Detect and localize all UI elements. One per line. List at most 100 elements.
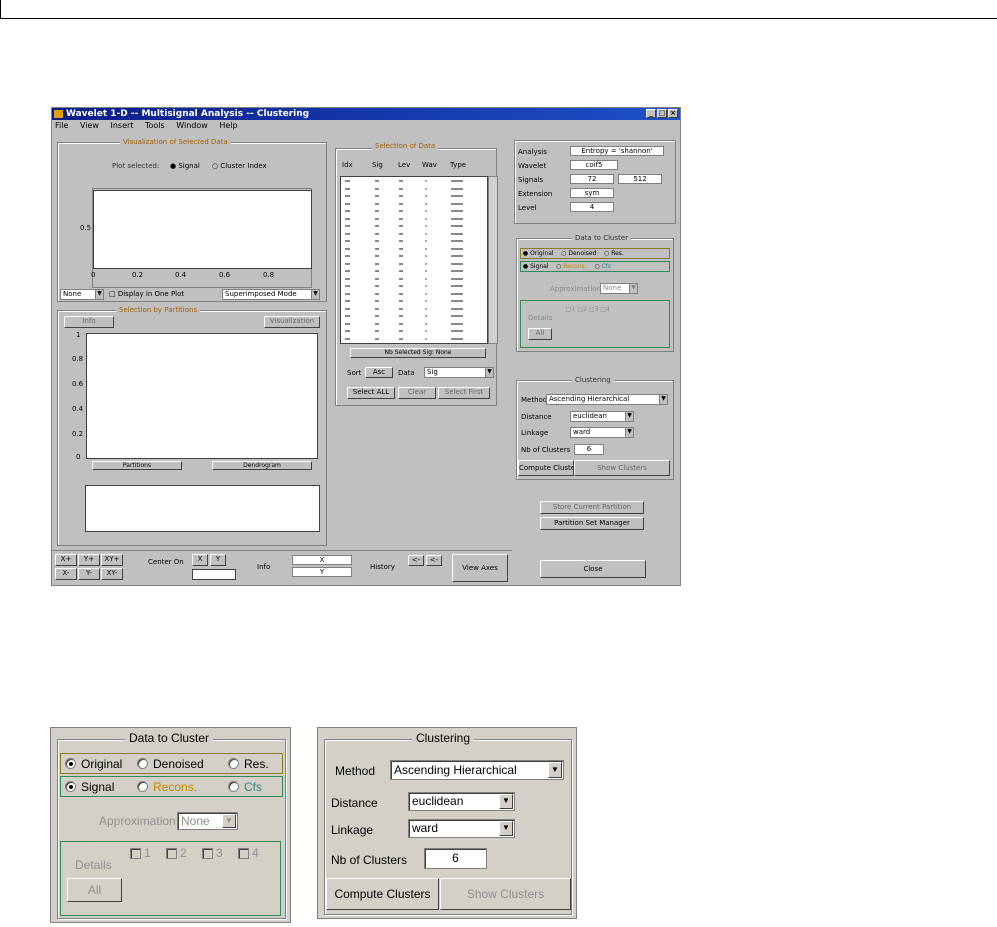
plot-mode-dropdown[interactable]: Superimposed Mode ▼ — [222, 289, 320, 300]
method-dropdown[interactable]: Ascending Hierarchical ▼ — [390, 760, 564, 780]
mini-row2[interactable]: ● Signal ○ Recons. ○ Cfs — [520, 261, 670, 272]
table-row[interactable] — [341, 244, 487, 252]
select-all-button[interactable]: Select ALL — [347, 387, 395, 399]
radio-cfs[interactable] — [228, 781, 239, 792]
zoom-x-out[interactable]: X- — [55, 568, 77, 580]
table-row[interactable] — [341, 177, 487, 184]
display-one-plot-checkbox[interactable]: □ Display in One Plot — [109, 290, 184, 298]
option-cluster-index[interactable]: ○ Cluster Index — [212, 162, 267, 170]
menu-window[interactable]: Window — [176, 121, 208, 130]
detail-checkbox-2[interactable] — [166, 848, 177, 859]
info-button[interactable]: Info — [64, 316, 114, 328]
history-back[interactable]: <- — [408, 555, 424, 566]
table-row[interactable] — [341, 334, 487, 342]
info-value: Entropy = 'shannon' — [570, 146, 664, 156]
table-row[interactable] — [341, 229, 487, 237]
table-row[interactable] — [341, 319, 487, 327]
detail-label-4: 4 — [252, 846, 259, 860]
center-field[interactable] — [192, 569, 236, 580]
zoom-xy-out[interactable]: XY- — [101, 568, 123, 580]
approximation-label: Approximation — [99, 814, 176, 828]
zoom-xy-in[interactable]: XY+ — [101, 554, 123, 566]
mini-distance-dropdown[interactable]: euclidean ▼ — [570, 411, 634, 422]
col-sig: Sig — [372, 161, 383, 169]
signals-list[interactable] — [340, 176, 488, 344]
mini-compute-button[interactable]: Compute Clusters — [518, 460, 574, 476]
data-type-dropdown[interactable]: Sig ▼ — [424, 367, 494, 378]
mini-show-button[interactable]: Show Clusters — [574, 460, 670, 476]
show-clusters-button[interactable]: Show Clusters — [440, 878, 571, 910]
radio-denoised[interactable] — [137, 758, 148, 769]
table-row[interactable] — [341, 184, 487, 192]
radio-original[interactable] — [65, 758, 76, 769]
dendrogram-axes[interactable] — [86, 333, 318, 459]
menu-help[interactable]: Help — [219, 121, 237, 130]
info-y-field: Y — [292, 567, 352, 577]
signal-plot-axes[interactable] — [93, 190, 312, 269]
clustering-mini-title: Clustering — [572, 376, 614, 384]
table-row[interactable] — [341, 214, 487, 222]
approximation-dropdown[interactable]: None ▼ — [177, 812, 238, 830]
minimize-button[interactable]: _ — [646, 109, 656, 118]
zoom-x-in[interactable]: X+ — [55, 554, 77, 566]
mini-method-dropdown[interactable]: Ascending Hierarchical ▼ — [546, 394, 668, 405]
close-window-button[interactable]: × — [668, 109, 678, 118]
table-row[interactable] — [341, 192, 487, 199]
partitions-slider[interactable]: Partitions — [92, 461, 182, 470]
radio-signal[interactable] — [65, 781, 76, 792]
zoom-y-in[interactable]: Y+ — [78, 554, 100, 566]
table-row[interactable] — [341, 207, 487, 214]
table-row[interactable] — [341, 252, 487, 259]
select-first-button[interactable]: Select First — [438, 387, 490, 399]
store-partition-button[interactable]: Store Current Partition — [540, 501, 644, 514]
asc-button[interactable]: Asc — [365, 367, 393, 378]
mode-dropdown[interactable]: None ▼ — [60, 289, 104, 300]
dendrogram-slider[interactable]: Dendrogram — [212, 461, 312, 470]
table-row[interactable] — [341, 267, 487, 274]
menu-file[interactable]: File — [55, 121, 68, 130]
maximize-button[interactable]: □ — [657, 109, 667, 118]
mini-approx-dropdown[interactable]: None ▼ — [600, 283, 638, 294]
table-row[interactable] — [341, 259, 487, 267]
nb-clusters-field[interactable]: 6 — [424, 848, 487, 869]
table-row[interactable] — [341, 199, 487, 207]
table-row[interactable] — [341, 237, 487, 244]
mini-nb-field[interactable]: 6 — [574, 444, 604, 455]
menu-insert[interactable]: Insert — [110, 121, 133, 130]
label-recons: Recons. — [153, 780, 198, 794]
visualization-button[interactable]: Visualization — [264, 316, 320, 328]
radio-recons[interactable] — [137, 781, 148, 792]
table-row[interactable] — [341, 297, 487, 304]
center-x-button[interactable]: X — [192, 554, 208, 566]
detail-checkbox-1[interactable] — [130, 848, 141, 859]
distance-dropdown[interactable]: euclidean ▼ — [408, 792, 515, 811]
linkage-dropdown[interactable]: ward ▼ — [408, 819, 515, 838]
table-row[interactable] — [341, 327, 487, 334]
radio-res[interactable] — [228, 758, 239, 769]
mini-row1[interactable]: ● Original ○ Denoised ○ Res. — [520, 248, 670, 259]
view-axes-button[interactable]: View Axes — [452, 554, 508, 582]
detail-checkbox-4[interactable] — [238, 848, 249, 859]
table-row[interactable] — [341, 312, 487, 319]
history-back-all[interactable]: <- — [426, 555, 442, 566]
detail-checkbox-3[interactable] — [202, 848, 213, 859]
table-row[interactable] — [341, 274, 487, 282]
clear-button[interactable]: Clear — [398, 387, 436, 399]
menu-tools[interactable]: Tools — [145, 121, 165, 130]
menu-view[interactable]: View — [80, 121, 99, 130]
mini-all-button[interactable]: All — [528, 328, 552, 340]
compute-clusters-button[interactable]: Compute Clusters — [326, 878, 439, 910]
all-details-button[interactable]: All — [67, 878, 122, 902]
table-row[interactable] — [341, 304, 487, 312]
table-row[interactable] — [341, 282, 487, 289]
list-scrollbar[interactable] — [488, 176, 498, 344]
close-button[interactable]: Close — [540, 560, 646, 578]
option-signal[interactable]: ● Signal — [170, 162, 200, 170]
mini-linkage-dropdown[interactable]: ward ▼ — [570, 427, 634, 438]
table-row[interactable] — [341, 222, 487, 229]
center-y-button[interactable]: Y — [210, 554, 226, 566]
partition-manager-button[interactable]: Partition Set Manager — [540, 517, 644, 530]
zoom-y-out[interactable]: Y- — [78, 568, 100, 580]
mini-details-checks[interactable]: □1 □2 □3 □4 — [566, 306, 610, 313]
table-row[interactable] — [341, 289, 487, 297]
